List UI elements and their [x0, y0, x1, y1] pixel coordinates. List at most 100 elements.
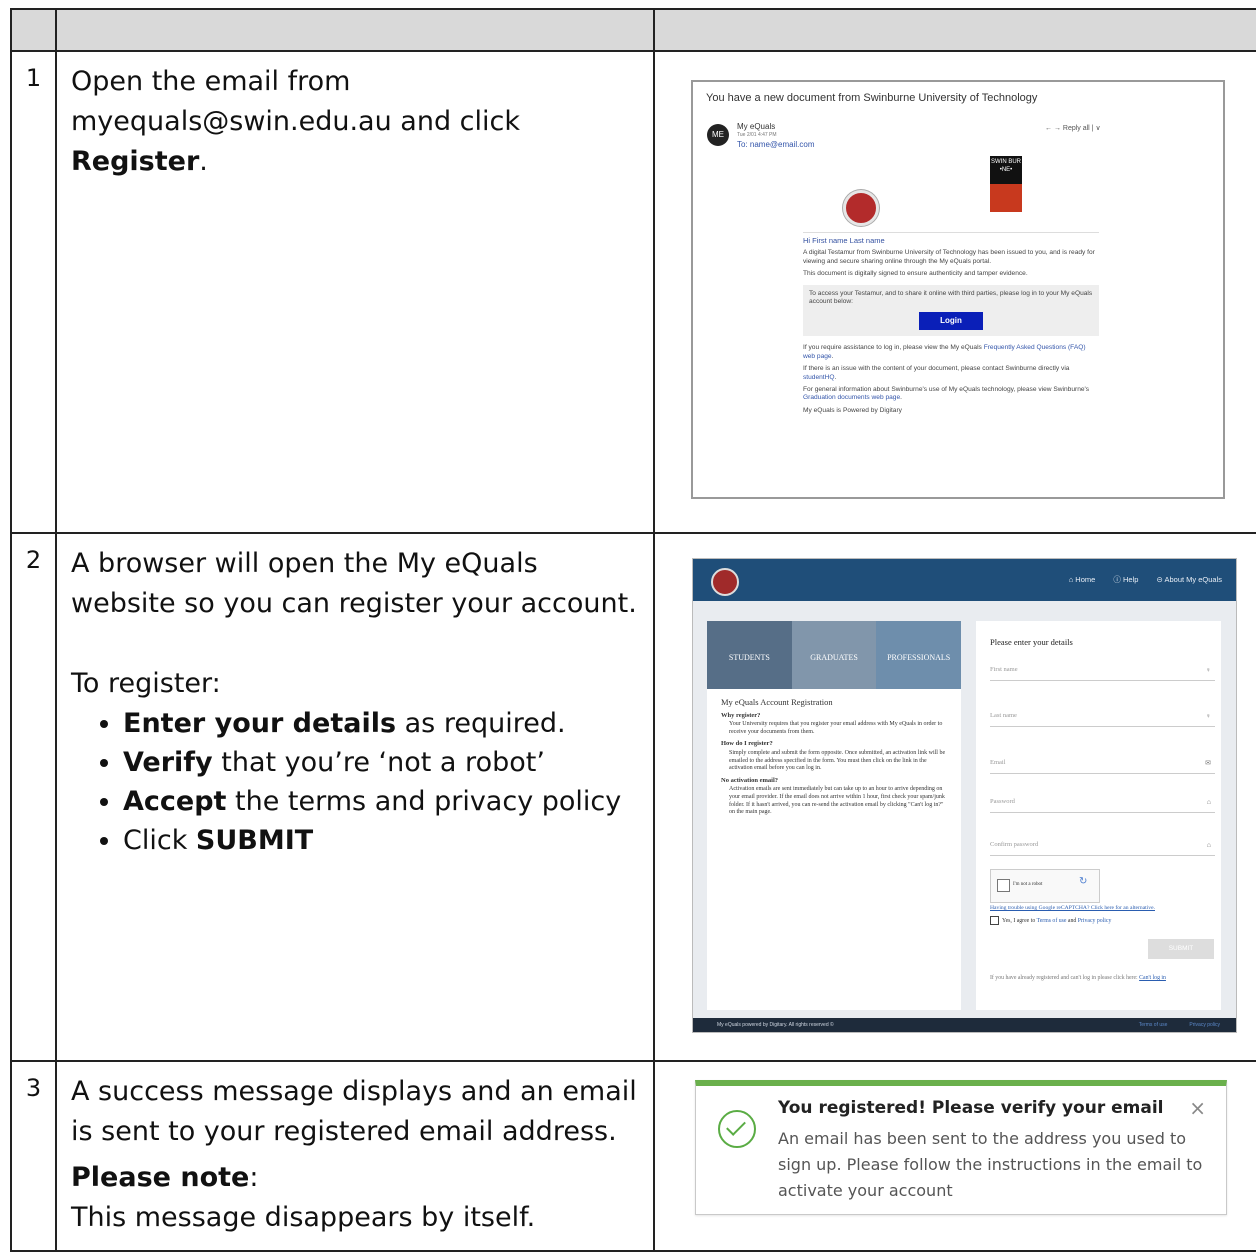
avatar: ME — [707, 124, 729, 146]
step-text-line: website so you can register your account… — [71, 588, 637, 619]
email-recipient: To: name@email.com — [737, 140, 815, 149]
step-text-line: A browser will open the My eQuals — [71, 548, 538, 579]
site-footer: My eQuals powered by Digitary. All right… — [693, 1018, 1236, 1032]
toast-screenshot-cell: You registered! Please verify your email… — [653, 1060, 1256, 1252]
email-body: Hi First name Last name A digital Testam… — [803, 232, 1099, 419]
email-footer: My eQuals is Powered by Digitary — [803, 406, 902, 414]
step-number: 3 — [10, 1060, 57, 1252]
submit-button[interactable]: SUBMIT — [1148, 939, 1214, 959]
recaptcha-alternative-link[interactable]: Having trouble using Google reCAPTCHA? C… — [990, 905, 1155, 911]
close-icon[interactable]: × — [1189, 1096, 1206, 1120]
recaptcha-label: I'm not a robot — [1013, 882, 1043, 887]
recaptcha-icon: ↻ — [1079, 876, 1088, 887]
swinburne-logo: SWIN BUR •NE• — [990, 156, 1022, 212]
register-keyword: Register — [71, 146, 200, 177]
list-item: Enter your details as required. — [123, 704, 639, 743]
faq-answer: Simply complete and submit the form oppo… — [729, 749, 946, 772]
nav-about-link[interactable]: ⊝ About My eQuals — [1157, 575, 1222, 584]
step-text-line: To register: — [71, 668, 221, 699]
punctuation: . — [199, 146, 208, 177]
info-panel: STUDENTS GRADUATES PROFESSIONALS My eQua… — [707, 621, 962, 1010]
privacy-link[interactable]: Privacy policy — [1078, 918, 1112, 924]
step-description: Open the email from myequals@swin.edu.au… — [55, 50, 655, 534]
website-screenshot-cell: ⌂ Home ⓘ Help ⊝ About My eQuals STUDENTS… — [653, 532, 1256, 1062]
terms-checkbox[interactable] — [990, 916, 999, 925]
email-field[interactable]: Email ✉ — [990, 759, 1215, 774]
banner-students: STUDENTS — [707, 621, 792, 689]
login-box: To access your Testamur, and to share it… — [803, 284, 1099, 337]
form-title: Please enter your details — [990, 637, 1073, 647]
faq-question: Why register? — [721, 711, 761, 719]
cant-log-in-link[interactable]: Can't log in — [1139, 975, 1166, 981]
user-icon: ♀ — [1205, 712, 1211, 720]
first-name-field[interactable]: First name ♀ — [990, 666, 1215, 681]
email-date: Tue 2/01 4:47 PM — [737, 132, 777, 138]
lock-icon: ⌂ — [1206, 841, 1211, 849]
user-icon: ♀ — [1205, 666, 1211, 674]
login-button[interactable]: Login — [919, 312, 983, 331]
email-greeting: Hi First name Last name — [803, 236, 885, 245]
note-heading: Please note: — [71, 1162, 259, 1193]
footer-privacy-link[interactable]: Privacy policy — [1189, 1022, 1220, 1028]
toast-message: An email has been sent to the address yo… — [778, 1129, 1203, 1200]
table-row: 1 Open the email from myequals@swin.edu.… — [10, 50, 1256, 534]
logo-text: SWIN BUR •NE• — [990, 156, 1022, 184]
step-number: 1 — [10, 50, 57, 534]
audience-banner: STUDENTS GRADUATES PROFESSIONALS — [707, 621, 962, 689]
equals-seal-icon — [843, 190, 879, 226]
footer-terms-link[interactable]: Terms of use — [1139, 1022, 1168, 1028]
site-nav-bar: ⌂ Home ⓘ Help ⊝ About My eQuals — [693, 559, 1236, 601]
login-box-text: To access your Testamur, and to share it… — [809, 289, 1093, 306]
step-text-line: Open the email from — [71, 66, 351, 97]
check-circle-icon — [718, 1110, 756, 1148]
graduation-documents-link[interactable]: Graduation documents web page — [803, 394, 900, 401]
registration-heading: My eQuals Account Registration — [721, 697, 833, 707]
step-number: 2 — [10, 532, 57, 1062]
footer-copyright: My eQuals powered by Digitary. All right… — [717, 1022, 834, 1028]
email-paragraph: If there is an issue with the content of… — [803, 365, 1070, 381]
step-text-line: Register. — [71, 142, 639, 182]
faq-question: No activation email? — [721, 776, 779, 784]
email-subject: You have a new document from Swinburne U… — [706, 92, 1038, 104]
confirm-password-field[interactable]: Confirm password ⌂ — [990, 841, 1215, 856]
instructions-table: 1 Open the email from myequals@swin.edu.… — [10, 8, 1256, 1252]
terms-link[interactable]: Terms of use — [1037, 918, 1067, 924]
reply-actions[interactable]: ← → Reply all | ∨ — [1045, 124, 1101, 132]
email-paragraph: If you require assistance to log in, ple… — [803, 344, 1086, 360]
studenthq-link[interactable]: studentHQ — [803, 374, 835, 381]
list-item: Verify that you’re ‘not a robot’ — [123, 743, 639, 782]
header-cell-instructions — [55, 8, 655, 52]
registration-form: Please enter your details First name ♀ La… — [976, 621, 1221, 1010]
step-text-line: A success message displays and an email — [71, 1076, 637, 1107]
faq-answer: Your University requires that you regist… — [729, 721, 943, 735]
header-row — [10, 8, 1256, 52]
step-description: A success message displays and an email … — [55, 1060, 655, 1252]
email-paragraph: For general information about Swinburne'… — [803, 386, 1090, 402]
recaptcha-checkbox[interactable] — [997, 879, 1010, 892]
faq-answer: Activation emails are sent immediately b… — [729, 786, 945, 816]
note-text: This message disappears by itself. — [71, 1202, 536, 1233]
last-name-field[interactable]: Last name ♀ — [990, 712, 1215, 727]
email-paragraph: This document is digitally signed to ens… — [803, 270, 1028, 278]
already-registered-text: If you have already registered and can't… — [990, 975, 1166, 981]
nav-help-link[interactable]: ⓘ Help — [1113, 575, 1138, 584]
equals-logo-icon — [711, 568, 739, 596]
recaptcha-widget[interactable]: I'm not a robot ↻ — [990, 869, 1100, 903]
table-row: 3 A success message displays and an emai… — [10, 1060, 1256, 1252]
step-text-line: is sent to your registered email address… — [71, 1116, 617, 1147]
email-mockup: You have a new document from Swinburne U… — [691, 80, 1225, 499]
email-screenshot-cell: You have a new document from Swinburne U… — [653, 50, 1256, 534]
list-item: Click SUBMIT — [123, 821, 639, 860]
faq-question: How do I register? — [721, 740, 773, 748]
banner-professionals: PROFESSIONALS — [876, 621, 962, 689]
lock-icon: ⌂ — [1206, 798, 1211, 806]
header-cell-screenshot — [653, 8, 1256, 52]
success-toast: You registered! Please verify your email… — [695, 1080, 1227, 1215]
nav-home-link[interactable]: ⌂ Home — [1069, 575, 1096, 584]
step-text-line: myequals@swin.edu.au and click — [71, 106, 520, 137]
registration-site-mockup: ⌂ Home ⓘ Help ⊝ About My eQuals STUDENTS… — [692, 558, 1237, 1033]
envelope-icon: ✉ — [1205, 759, 1211, 767]
password-field[interactable]: Password ⌂ — [990, 798, 1215, 813]
email-sender: My eQuals — [737, 122, 776, 131]
toast-title: You registered! Please verify your email — [778, 1098, 1164, 1118]
